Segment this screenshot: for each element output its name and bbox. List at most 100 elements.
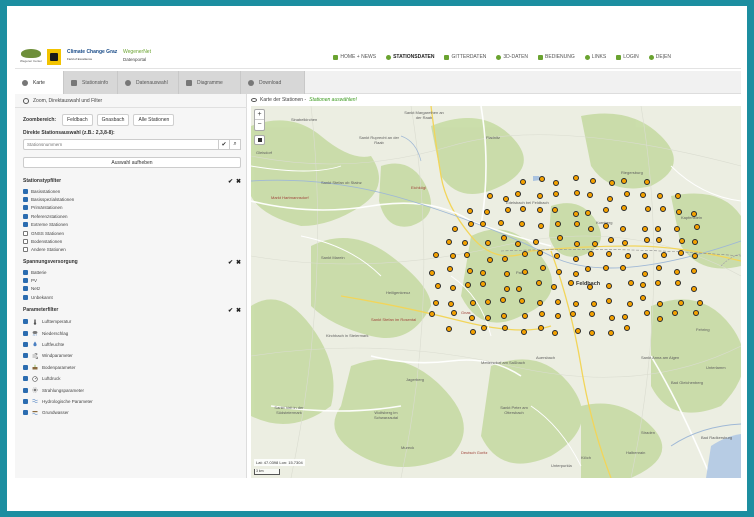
station-marker[interactable] <box>641 253 648 259</box>
station-marker[interactable] <box>497 219 504 226</box>
station-marker[interactable] <box>485 239 492 246</box>
station-marker[interactable] <box>502 324 508 331</box>
station-marker[interactable] <box>574 240 581 247</box>
parameter-checkbox[interactable] <box>23 319 28 325</box>
station-marker[interactable] <box>556 234 563 241</box>
station-marker[interactable] <box>620 264 627 271</box>
filter-checkbox[interactable] <box>23 213 28 219</box>
filter-checkbox[interactable] <box>23 188 28 194</box>
station-marker[interactable] <box>659 205 666 212</box>
station-marker[interactable] <box>521 313 528 320</box>
nav-item-6[interactable]: LOGIN <box>616 54 639 60</box>
filter-option[interactable]: Referenzstationen <box>23 212 241 220</box>
zoom-gnasbach-button[interactable]: Gnasbach <box>96 114 130 126</box>
deselect-all-icon[interactable]: ✖ <box>236 178 241 185</box>
filter-checkbox[interactable] <box>23 239 28 245</box>
station-marker[interactable] <box>645 206 651 212</box>
parameter-checkbox[interactable] <box>23 364 28 370</box>
deselect-all-icon[interactable]: ✖ <box>236 259 241 266</box>
station-marker[interactable] <box>521 250 528 257</box>
station-marker[interactable] <box>660 252 667 258</box>
station-marker[interactable] <box>551 283 558 290</box>
station-marker[interactable] <box>479 221 486 228</box>
station-marker[interactable] <box>428 269 435 276</box>
station-marker[interactable] <box>654 279 661 286</box>
station-number-input[interactable] <box>23 139 219 150</box>
station-marker[interactable] <box>673 226 680 233</box>
select-all-icon[interactable]: ✔ <box>228 178 233 185</box>
station-marker[interactable] <box>587 225 594 232</box>
station-marker[interactable] <box>554 298 561 305</box>
parameter-option[interactable]: Grundwasser <box>23 407 241 418</box>
filter-option[interactable]: PV <box>23 276 241 284</box>
select-all-icon[interactable]: ✔ <box>228 259 233 266</box>
tab-4[interactable]: Download <box>241 71 305 94</box>
nav-item-5[interactable]: LINKS <box>584 54 606 60</box>
station-marker[interactable] <box>449 284 456 291</box>
parameter-checkbox[interactable] <box>23 387 28 393</box>
select-all-icon[interactable]: ✔ <box>228 307 233 314</box>
station-marker[interactable] <box>451 225 458 232</box>
station-marker[interactable] <box>484 298 491 305</box>
station-marker[interactable] <box>469 300 476 307</box>
filter-option[interactable]: Basisspezialstationen <box>23 195 241 203</box>
filter-option[interactable]: Extreme Stationen <box>23 221 241 229</box>
station-marker[interactable] <box>521 328 527 335</box>
parameter-checkbox[interactable] <box>23 353 28 359</box>
station-marker[interactable] <box>463 251 470 258</box>
station-marker[interactable] <box>536 299 543 306</box>
parameter-option[interactable]: Luftfeuchte <box>23 339 241 350</box>
parameter-option[interactable]: Hydrologische Parameter <box>23 396 241 407</box>
station-marker[interactable] <box>641 271 648 278</box>
station-marker[interactable] <box>503 270 510 277</box>
station-marker[interactable] <box>605 250 612 257</box>
station-marker[interactable] <box>536 207 543 213</box>
filter-option[interactable]: GNSS Stationen <box>23 229 241 237</box>
station-marker[interactable] <box>620 178 627 185</box>
station-marker[interactable] <box>657 192 664 199</box>
station-marker[interactable] <box>515 286 522 292</box>
tab-3[interactable]: Diagramme <box>179 71 241 94</box>
station-marker[interactable] <box>572 270 579 277</box>
station-marker[interactable] <box>657 300 664 307</box>
station-marker[interactable] <box>623 190 630 197</box>
portal-logo[interactable]: WegenerNet Datenportal <box>123 49 167 65</box>
station-map[interactable]: FeldbachSankt Margarethen an der RaabSan… <box>251 106 741 478</box>
parameter-option[interactable]: Bodenparameter <box>23 362 241 373</box>
station-marker[interactable] <box>620 205 627 211</box>
station-marker[interactable] <box>674 193 681 200</box>
clear-selection-button[interactable]: Auswahl aufheben <box>23 157 241 168</box>
zoom-out-button[interactable]: − <box>255 120 264 130</box>
station-marker[interactable] <box>640 191 647 198</box>
station-marker[interactable] <box>487 256 494 263</box>
station-marker[interactable] <box>657 315 663 322</box>
station-marker[interactable] <box>677 299 684 306</box>
parameter-option[interactable]: Niederschlag <box>23 327 241 338</box>
tab-0[interactable]: Karte <box>15 71 64 94</box>
deselect-all-icon[interactable]: ✖ <box>236 307 241 314</box>
station-marker[interactable] <box>590 177 596 184</box>
search-button[interactable]: ⌕ <box>230 139 241 150</box>
zoom-feldbach-button[interactable]: Feldbach <box>62 114 93 126</box>
filter-option[interactable]: Basisstationen <box>23 187 241 195</box>
station-marker[interactable] <box>501 312 508 319</box>
nav-item-0[interactable]: HOME + NEWS <box>333 54 376 60</box>
station-marker[interactable] <box>675 208 682 215</box>
station-marker[interactable] <box>537 222 544 229</box>
station-marker[interactable] <box>602 265 609 272</box>
station-marker[interactable] <box>586 284 593 290</box>
box-select-button[interactable] <box>254 135 265 145</box>
university-logo[interactable] <box>47 49 61 65</box>
nav-item-3[interactable]: 3D-DATEN <box>496 54 528 60</box>
parameter-option[interactable]: Lufttemperatur <box>23 316 241 327</box>
parameter-option[interactable]: Windparameter <box>23 350 241 361</box>
station-marker[interactable] <box>445 326 452 332</box>
climate-logo[interactable]: Climate Change Graz Field of Excellence <box>67 49 119 65</box>
zoom-in-button[interactable]: + <box>255 110 264 120</box>
station-marker[interactable] <box>690 211 697 217</box>
station-marker[interactable] <box>480 269 487 276</box>
station-marker[interactable] <box>446 266 453 273</box>
filter-checkbox[interactable] <box>23 222 28 228</box>
filter-checkbox[interactable] <box>23 286 28 292</box>
partner-logo[interactable]: Wegener Center <box>19 49 43 65</box>
